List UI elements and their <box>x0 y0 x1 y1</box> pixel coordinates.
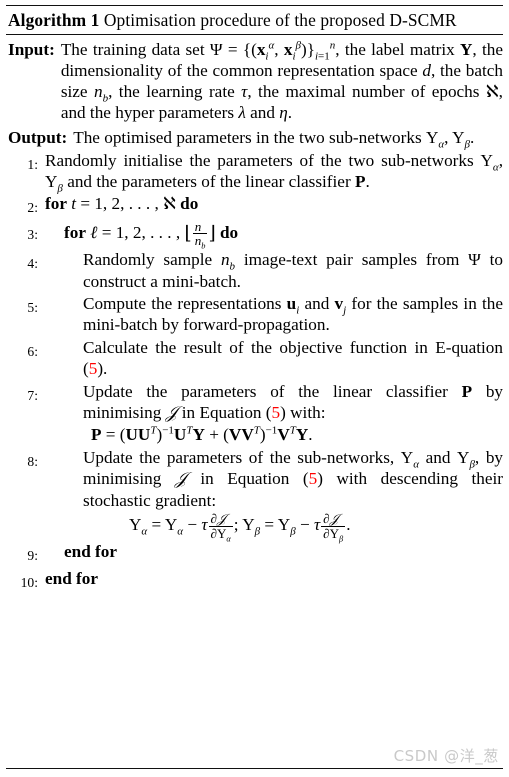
step-text: end for <box>64 542 117 562</box>
input-block: Input: The training data set Ψ = {(xiα, … <box>8 39 503 124</box>
algorithm-step: 1: Randomly initialise the parameters of… <box>6 150 503 195</box>
equation-reference[interactable]: 5 <box>272 403 281 422</box>
step-text: Update the parameters of the sub-network… <box>83 447 504 544</box>
bottom-rule <box>6 768 503 769</box>
algorithm-step: 4: Randomly sample nb image-text pair sa… <box>6 249 503 292</box>
step-number: 5: <box>27 299 38 315</box>
equation-gradient-update: Υα = Υα − τ ∂𝒥 ∂Υα; Υβ = Υβ − τ ∂𝒥 ∂Υβ. <box>129 511 351 544</box>
step-text: Compute the representations ui and vj fo… <box>83 293 503 335</box>
step-number: 10: <box>20 574 38 590</box>
algorithm-step: 9: end for <box>6 541 503 566</box>
algorithm-step: 7: Update the parameters of the linear c… <box>6 381 503 446</box>
step-number: 8: <box>27 453 38 469</box>
step-text: end for <box>45 568 98 588</box>
keyword-do: do <box>180 194 199 214</box>
fraction-n-over-nb: n nb <box>192 218 208 252</box>
title-rule <box>6 33 503 35</box>
step-text: Randomly sample nb image-text pair sampl… <box>83 250 503 291</box>
equation-reference[interactable]: 5 <box>309 469 318 488</box>
algorithm-step: 2: for t = 1, 2, . . . , ℵ do <box>6 193 503 218</box>
input-text: The training data set Ψ = {(xiα, xiβ)}i=… <box>60 38 504 123</box>
algorithm-step: 10: end for <box>6 568 503 593</box>
keyword-do: do <box>219 222 239 242</box>
step-number: 7: <box>27 387 38 403</box>
step-text: for ℓ = 1, 2, . . . , ⌊ n nb ⌋ do <box>64 218 239 252</box>
step-number: 6: <box>27 343 38 359</box>
output-block: Output: The optimised parameters in the … <box>8 127 503 151</box>
keyword-for: for <box>64 222 86 242</box>
step-text: Calculate the result of the objective fu… <box>83 337 503 379</box>
input-label: Input: <box>8 39 55 59</box>
step-number: 1: <box>27 156 38 172</box>
algorithm-title-prefix: Algorithm 1 <box>8 10 100 30</box>
step-text: for t = 1, 2, . . . , ℵ do <box>45 194 199 214</box>
step-text: Update the parameters of the linear clas… <box>83 381 504 445</box>
keyword-for: for <box>45 194 67 214</box>
step-number: 4: <box>27 256 38 272</box>
top-rule <box>6 5 503 6</box>
step-text: Randomly initialise the parameters of th… <box>45 150 503 195</box>
equation-reference[interactable]: 5 <box>89 359 98 378</box>
algorithm-step: 5: Compute the representations ui and vj… <box>6 293 503 336</box>
algorithm-block: Algorithm 1 Optimisation procedure of th… <box>0 5 509 777</box>
algorithm-step: 8: Update the parameters of the sub-netw… <box>6 447 504 544</box>
algorithm-title-text: Optimisation procedure of the proposed D… <box>103 10 457 30</box>
output-text: The optimised parameters in the two sub-… <box>73 128 475 151</box>
equation-p-update: P = (UUT)−1UTY + (VVT)−1VTY. <box>91 424 313 445</box>
output-label: Output: <box>8 128 68 148</box>
step-number: 2: <box>27 200 38 216</box>
csdn-watermark: CSDN @洋_葱 <box>393 747 499 765</box>
algorithm-step: 3: for ℓ = 1, 2, . . . , ⌊ n nb ⌋ do <box>6 218 503 252</box>
algorithm-step: 6: Calculate the result of the objective… <box>6 337 503 380</box>
step-number: 9: <box>27 548 38 564</box>
step-number: 3: <box>27 226 38 242</box>
algorithm-title: Algorithm 1 Optimisation procedure of th… <box>8 10 501 32</box>
